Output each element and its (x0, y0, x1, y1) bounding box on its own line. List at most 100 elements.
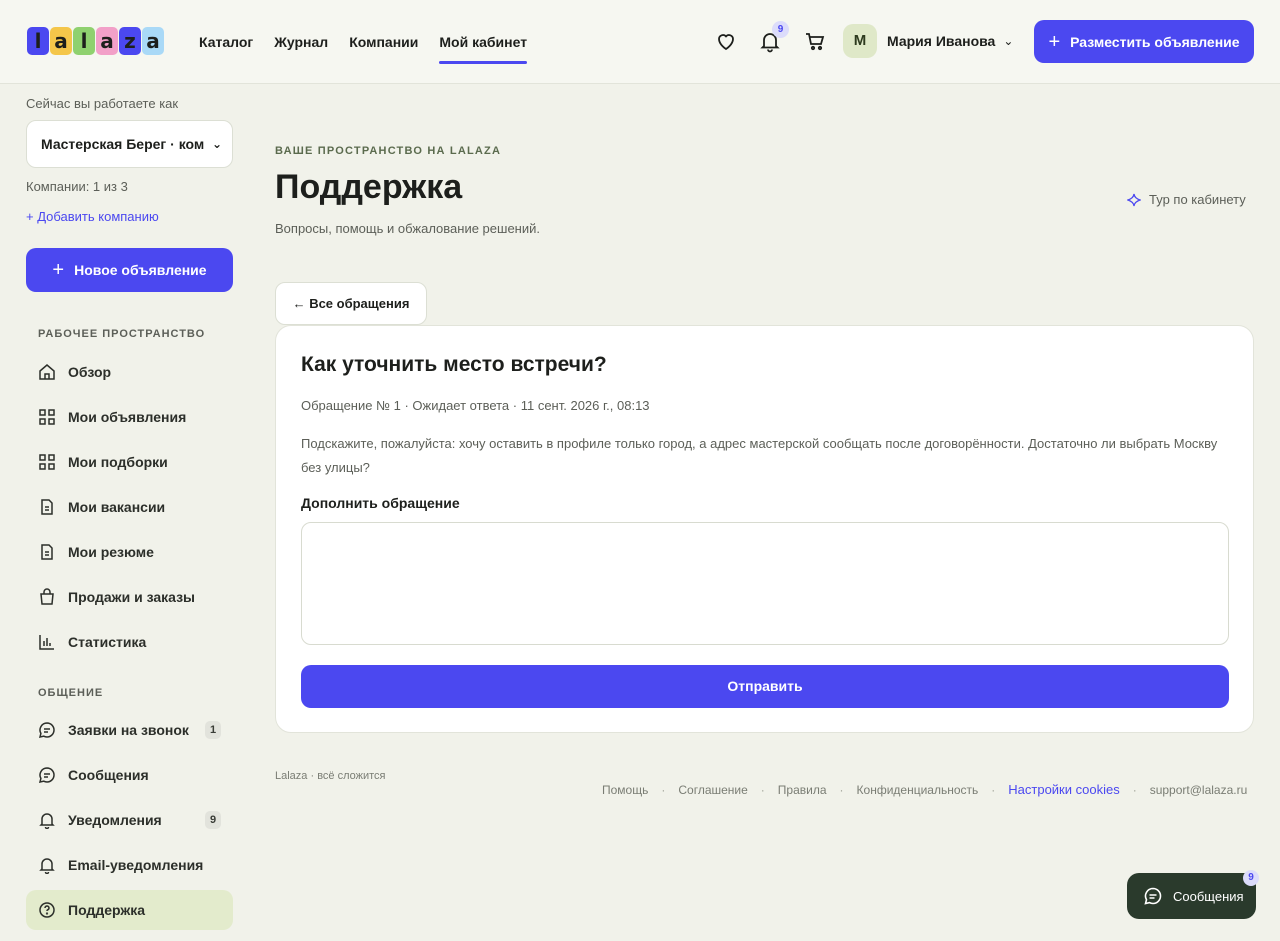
sidebar-item-collections[interactable]: Мои подборки (26, 442, 233, 482)
sidebar-item-label: Мои резюме (68, 544, 154, 560)
sidebar-item-notifications[interactable]: Уведомления 9 (26, 800, 233, 840)
main-nav: Каталог Журнал Компании Мой кабинет (199, 0, 527, 84)
footer-link-privacy[interactable]: Конфиденциальность (857, 783, 979, 797)
footer-separator: · (1132, 782, 1137, 797)
grid-icon (39, 454, 55, 470)
sidebar-item-label: Обзор (68, 364, 112, 380)
sidebar-item-call-requests[interactable]: Заявки на звонок 1 (26, 710, 233, 750)
page-subtitle: Вопросы, помощь и обжалование решений. (275, 221, 540, 236)
ticket-meta: Обращение № 1 · Ожидает ответа · 11 сент… (301, 398, 650, 413)
home-icon (39, 364, 55, 380)
cart-icon[interactable] (803, 29, 827, 53)
user-name: Мария Иванова (887, 33, 996, 49)
document-icon (41, 544, 53, 560)
footer-link-cookies[interactable]: Настройки cookies (1008, 782, 1119, 797)
reply-label: Дополнить обращение (301, 495, 460, 511)
sidebar-item-messages[interactable]: Сообщения (26, 755, 233, 795)
sidebar: Сейчас вы работаете как Мастерская Берег… (0, 84, 260, 941)
footer-email[interactable]: support@lalaza.ru (1150, 783, 1248, 797)
nav-catalog[interactable]: Каталог (199, 0, 253, 84)
sidebar-item-label: Статистика (68, 634, 147, 650)
chevron-down-icon: ⌄ (1003, 34, 1014, 48)
working-as-label: Сейчас вы работаете как (26, 96, 179, 111)
nav-journal[interactable]: Журнал (274, 0, 328, 84)
notifications-count: 9 (205, 811, 221, 829)
nav-companies[interactable]: Компании (349, 0, 418, 84)
sidebar-item-label: Мои вакансии (68, 499, 166, 515)
sidebar-item-support[interactable]: Поддержка (26, 890, 233, 930)
logo-letter: l (73, 27, 95, 55)
heart-icon[interactable] (714, 29, 738, 53)
ticket-title: Как уточнить место встречи? (301, 353, 607, 376)
help-circle-icon (39, 902, 55, 918)
footer-link-rules[interactable]: Правила (778, 783, 827, 797)
sidebar-item-label: Поддержка (68, 902, 146, 918)
sidebar-item-label: Заявки на звонок (68, 722, 189, 738)
call-requests-count: 1 (205, 721, 221, 739)
bar-chart-icon (39, 635, 54, 650)
logo-letter: a (96, 27, 118, 55)
messages-widget-badge: 9 (1243, 870, 1259, 886)
chevron-down-icon: ⌄ (211, 137, 222, 151)
sparkle-icon (1127, 193, 1141, 206)
chat-bubble-icon (38, 722, 55, 738)
footer-separator: · (839, 782, 844, 797)
bell-icon (39, 813, 55, 829)
sidebar-item-statistics[interactable]: Статистика (26, 622, 233, 662)
user-menu[interactable]: М Мария Иванова ⌄ (843, 24, 1013, 58)
avatar: М (843, 24, 877, 58)
shopping-bag-icon (40, 588, 54, 605)
sidebar-item-label: Продажи и заказы (68, 589, 196, 605)
footer-separator: · (760, 782, 765, 797)
tour-link-label: Тур по кабинету (1149, 192, 1246, 207)
all-tickets-button[interactable]: ← Все обращения (275, 282, 427, 325)
new-ad-button[interactable]: + Новое объявление (26, 248, 233, 292)
lalaza-logo[interactable]: lalaza (27, 27, 164, 55)
sidebar-item-label: Мои объявления (68, 409, 187, 425)
top-header: lalaza Каталог Журнал Компании Мой кабин… (0, 0, 1280, 84)
footer-tagline: Lalaza · всё сложится (275, 770, 386, 782)
document-icon (41, 499, 53, 515)
footer-separator: · (661, 782, 666, 797)
sidebar-item-label: Мои подборки (68, 454, 168, 470)
logo-letter: l (27, 27, 49, 55)
logo-letter: a (50, 27, 72, 55)
post-ad-button[interactable]: + Разместить объявление (1034, 20, 1254, 63)
messages-widget[interactable]: Сообщения (1127, 873, 1256, 919)
plus-icon: + (52, 259, 65, 281)
notifications-badge: 9 (772, 21, 789, 38)
sidebar-item-my-ads[interactable]: Мои объявления (26, 397, 233, 437)
footer-separator: · (991, 782, 996, 797)
page-eyebrow: ВАШЕ ПРОСТРАНСТВО НА LALAZA (275, 145, 502, 157)
chat-bubble-icon (1144, 887, 1162, 905)
plus-icon: + (1048, 30, 1061, 53)
post-ad-label: Разместить объявление (1070, 33, 1240, 50)
logo-letter: a (142, 27, 164, 55)
bell-icon (39, 858, 55, 874)
page-title: Поддержка (275, 168, 463, 206)
sidebar-item-resumes[interactable]: Мои резюме (26, 532, 233, 572)
chat-bubble-icon (38, 767, 55, 783)
grid-icon (39, 409, 55, 425)
messages-widget-label: Сообщения (1173, 888, 1244, 904)
send-button[interactable]: Отправить (301, 665, 1229, 708)
footer-link-help[interactable]: Помощь (602, 783, 648, 797)
sidebar-item-label: Email-уведомления (68, 857, 204, 873)
tour-link[interactable]: Тур по кабинету (1127, 192, 1246, 207)
sidebar-item-email-notifications[interactable]: Email-уведомления (26, 845, 233, 885)
ticket-body: Подскажите, пожалуйста: хочу оставить в … (301, 436, 1218, 475)
sidebar-item-sales[interactable]: Продажи и заказы (26, 577, 233, 617)
sidebar-item-label: Уведомления (68, 812, 162, 828)
section-workspace: РАБОЧЕЕ ПРОСТРАНСТВО (38, 328, 206, 340)
sidebar-item-vacancies[interactable]: Мои вакансии (26, 487, 233, 527)
sidebar-item-label: Сообщения (68, 767, 149, 783)
logo-letter: z (119, 27, 141, 55)
sidebar-item-overview[interactable]: Обзор (26, 352, 233, 392)
new-ad-label: Новое объявление (74, 262, 207, 278)
nav-my-cabinet[interactable]: Мой кабинет (439, 0, 527, 84)
company-select[interactable]: Мастерская Берег · ком ⌄ (26, 120, 233, 168)
footer-link-agreement[interactable]: Соглашение (678, 783, 747, 797)
reply-textarea[interactable] (301, 522, 1229, 645)
add-company-link[interactable]: + Добавить компанию (26, 209, 159, 224)
companies-count: Компании: 1 из 3 (26, 179, 128, 194)
